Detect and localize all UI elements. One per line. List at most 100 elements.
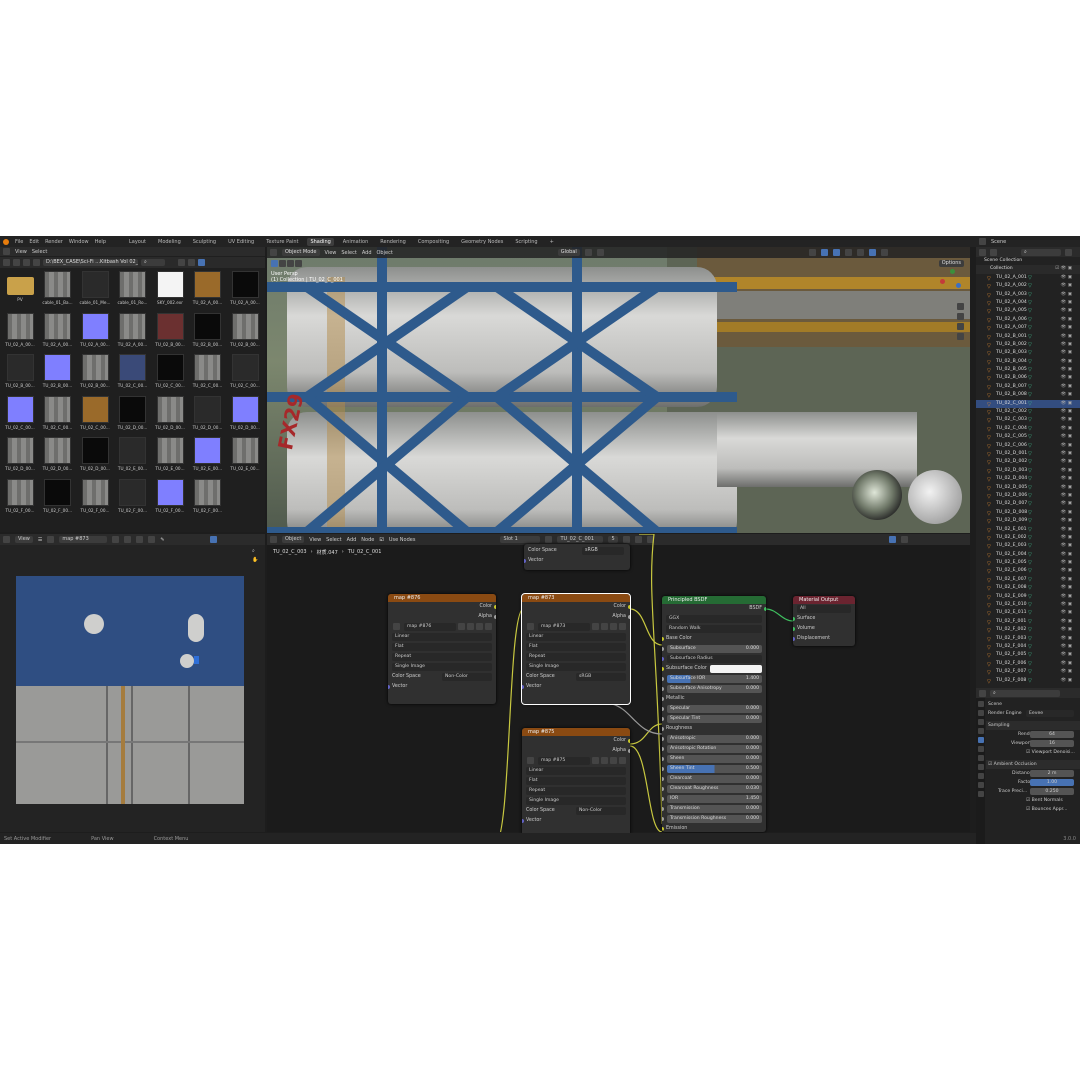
file-item[interactable]: TU_02_D_00...	[228, 395, 262, 434]
tab-modeling[interactable]: Modeling	[155, 238, 184, 246]
outliner-object-row[interactable]: ▽ TU_02_F_004 ▽ 👁 ▣	[976, 643, 1080, 651]
file-item[interactable]: TU_02_F_00...	[41, 478, 75, 517]
scene-collection-row[interactable]: Scene Collection	[976, 257, 1080, 265]
outliner-object-row[interactable]: ▽ TU_02_B_005 ▽ 👁 ▣	[976, 366, 1080, 374]
clearcoat-socket-icon[interactable]	[662, 777, 664, 781]
factor-field[interactable]: 1.00	[1030, 779, 1074, 786]
outliner-object-row[interactable]: ▽ TU_02_B_004 ▽ 👁 ▣	[976, 358, 1080, 366]
visibility-icon[interactable]: 👁 ▣	[1061, 526, 1072, 534]
image-texture-node[interactable]: map #875 Color Alpha map #875 Linear Flat Repe…	[522, 728, 630, 838]
shader-node-editor[interactable]: Object View Select Add Node ☑ Use Nodes …	[267, 534, 970, 838]
physics-tab-icon[interactable]	[977, 782, 984, 788]
outliner-object-row[interactable]: ▽ TU_02_C_003 ▽ 👁 ▣	[976, 416, 1080, 424]
subsurface-color-socket-icon[interactable]	[662, 667, 664, 671]
outliner-object-row[interactable]: ▽ TU_02_A_001 ▽ 👁 ▣	[976, 274, 1080, 282]
outliner-object-row[interactable]: ▽ TU_02_F_002 ▽ 👁 ▣	[976, 626, 1080, 634]
shading-rendered-icon[interactable]	[880, 249, 888, 256]
shading-solid-icon[interactable]	[856, 249, 864, 256]
outliner-object-row[interactable]: ▽ TU_02_A_005 ▽ 👁 ▣	[976, 307, 1080, 315]
mode-select[interactable]: Object Mode	[282, 249, 320, 256]
color-space-select[interactable]: Non-Color	[442, 673, 492, 681]
parent-dir-icon[interactable]	[23, 259, 30, 266]
sort-icon[interactable]	[188, 259, 195, 266]
color-output-socket-icon[interactable]	[494, 605, 496, 609]
alpha-output-socket-icon[interactable]	[628, 615, 630, 619]
editor-type-icon[interactable]	[3, 248, 10, 255]
file-item[interactable]: TU_02_A_00...	[78, 312, 112, 351]
display-mode-icon[interactable]	[990, 248, 997, 256]
view-layer-tab-icon[interactable]	[977, 728, 984, 734]
extension-select[interactable]: Repeat	[526, 653, 626, 661]
visibility-icon[interactable]: 👁 ▣	[1061, 609, 1072, 617]
transmission-roughness-socket-icon[interactable]	[662, 817, 664, 821]
texture-node-header[interactable]: map #876	[388, 594, 496, 602]
fb-search-field[interactable]: ⌕	[141, 259, 165, 266]
transmission-socket-icon[interactable]	[662, 807, 664, 811]
open-image-icon[interactable]	[601, 757, 608, 764]
clearcoat-field[interactable]: Clearcoat 0.000	[667, 775, 762, 783]
particles-tab-icon[interactable]	[977, 773, 984, 779]
sheen-tint-field[interactable]: Sheen Tint 0.500	[667, 765, 762, 773]
file-item[interactable]: TU_02_D_00...	[41, 437, 75, 475]
xray-icon[interactable]	[844, 249, 852, 256]
file-item[interactable]: TU_02_C_00...	[78, 395, 112, 434]
subsurface-anisotropy-field[interactable]: Subsurface Anisotropy 0.000	[667, 685, 762, 693]
file-item[interactable]: TU_02_D_00...	[116, 395, 150, 434]
visibility-icon[interactable]: 👁 ▣	[1061, 601, 1072, 609]
new-image-icon[interactable]	[610, 623, 617, 630]
tab-compositing[interactable]: Compositing	[415, 238, 452, 246]
back-icon[interactable]	[3, 259, 10, 266]
ie-menu-icon[interactable]: ☰	[38, 537, 42, 543]
fake-user-icon[interactable]	[485, 623, 492, 630]
projection-select[interactable]: Flat	[392, 643, 492, 651]
outliner-object-row[interactable]: ▽ TU_02_A_007 ▽ 👁 ▣	[976, 324, 1080, 332]
file-item[interactable]: cable_01_Ba...	[41, 271, 75, 309]
editor-type-icon[interactable]	[979, 689, 986, 697]
image-datablock-field[interactable]: map #875	[538, 757, 590, 765]
color-output-socket-icon[interactable]	[628, 739, 630, 743]
viewport-samples-field[interactable]: 16	[1030, 740, 1074, 747]
outliner-object-row[interactable]: ▽ TU_02_E_004 ▽ 👁 ▣	[976, 551, 1080, 559]
visibility-icon[interactable]: 👁 ▣	[1061, 467, 1072, 475]
bsdf-output-socket-icon[interactable]	[764, 607, 766, 611]
open-image-icon[interactable]	[136, 536, 144, 543]
outliner-object-row[interactable]: ▽ TU_02_F_006 ▽ 👁 ▣	[976, 660, 1080, 668]
file-item[interactable]: PV	[3, 271, 37, 309]
visibility-icon[interactable]: 👁 ▣	[1061, 635, 1072, 643]
collection-row[interactable]: Collection ☑ 👁 ▣	[976, 265, 1080, 274]
vp-menu-add[interactable]: Add	[362, 250, 372, 256]
sheen-field[interactable]: Sheen 0.000	[667, 755, 762, 763]
file-item[interactable]: TU_02_E_00...	[191, 437, 225, 475]
interpolation-select[interactable]: Linear	[526, 767, 626, 775]
visibility-icon[interactable]: 👁 ▣	[1061, 626, 1072, 634]
output-tab-icon[interactable]	[977, 719, 984, 725]
vector-socket-icon[interactable]	[522, 685, 524, 689]
visibility-icon[interactable]: 👁 ▣	[1061, 291, 1072, 299]
visibility-icon[interactable]: 👁 ▣	[1061, 391, 1072, 399]
editor-type-icon[interactable]	[979, 248, 986, 256]
open-image-icon[interactable]	[601, 623, 608, 630]
outliner-object-row[interactable]: ▽ TU_02_E_005 ▽ 👁 ▣	[976, 559, 1080, 567]
visibility-icon[interactable]: 👁 ▣	[1061, 374, 1072, 382]
file-item[interactable]: TU_02_B_00...	[228, 312, 262, 351]
subsurface-radius-select[interactable]: Subsurface Radius	[667, 655, 762, 663]
menu-file[interactable]: File	[15, 239, 23, 245]
file-item[interactable]: TU_02_C_00...	[41, 395, 75, 434]
file-item[interactable]: TU_02_B_00...	[3, 354, 37, 392]
outliner-object-row[interactable]: ▽ TU_02_E_010 ▽ 👁 ▣	[976, 601, 1080, 609]
file-item[interactable]: TU_02_E_00...	[228, 437, 262, 475]
ior-field[interactable]: IOR 1.450	[667, 795, 762, 803]
tab-geometry-nodes[interactable]: Geometry Nodes	[458, 238, 506, 246]
unlink-icon[interactable]	[148, 536, 156, 543]
visibility-icon[interactable]: 👁 ▣	[1061, 316, 1072, 324]
visibility-icon[interactable]: 👁 ▣	[1061, 643, 1072, 651]
options-button[interactable]: Options	[938, 260, 964, 267]
trace-field[interactable]: 0.250	[1030, 788, 1074, 795]
vector-socket-icon[interactable]	[388, 685, 390, 689]
menu-help[interactable]: Help	[95, 239, 106, 245]
select-box-icon[interactable]	[271, 260, 278, 267]
image-browse-icon[interactable]	[527, 623, 534, 630]
zoom-icon[interactable]	[957, 303, 964, 310]
blender-logo-icon[interactable]	[3, 238, 9, 245]
visibility-icon[interactable]: 👁 ▣	[1061, 307, 1072, 315]
